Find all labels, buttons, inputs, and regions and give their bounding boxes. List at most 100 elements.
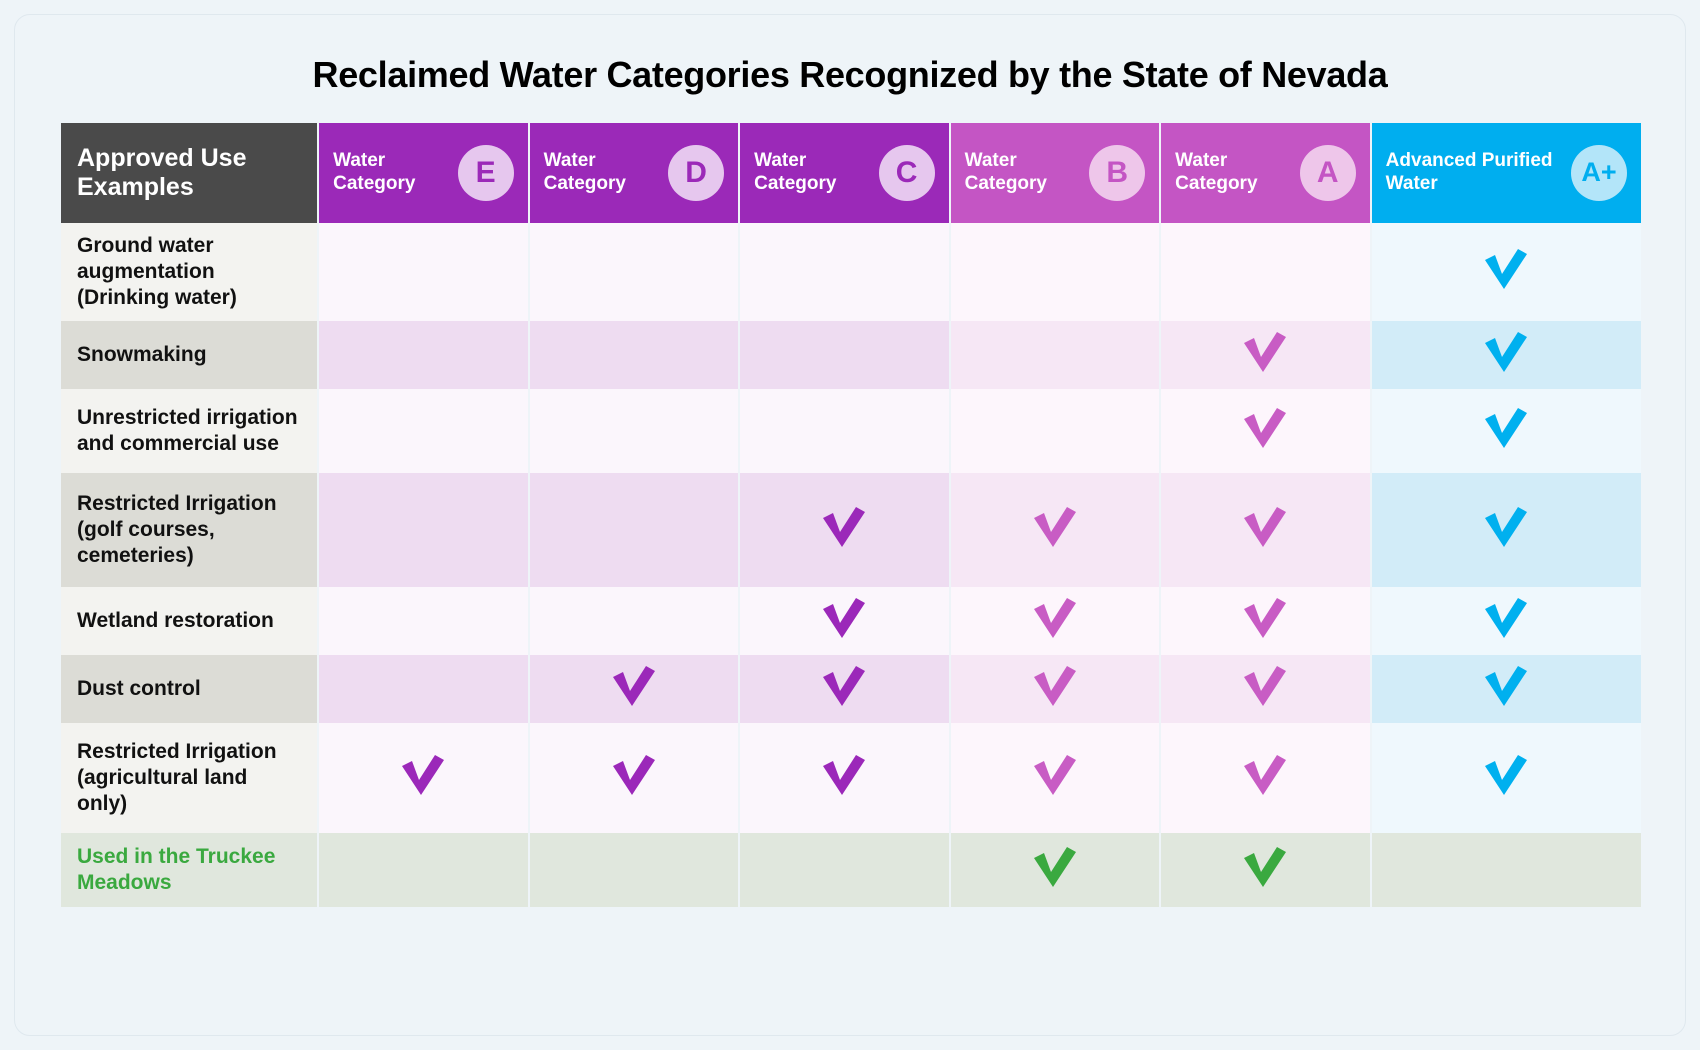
cell-a	[1161, 654, 1370, 723]
category-label: Water Category	[543, 149, 626, 194]
cell-aplus	[1371, 388, 1641, 473]
category-badge-b-icon: B	[1089, 144, 1146, 201]
category-label: Advanced Purified Water	[1385, 149, 1553, 194]
row-label: Unrestricted irrigation and commercial u…	[61, 388, 318, 473]
checkmark-icon	[819, 595, 869, 641]
page-title: Reclaimed Water Categories Recognized by…	[312, 54, 1388, 95]
category-label: Water Category	[1175, 149, 1258, 194]
row-label: Wetland restoration	[61, 586, 318, 655]
cell-b	[950, 388, 1160, 473]
cell-c	[740, 222, 949, 321]
row-label: Restricted Irrigation (agricultural land…	[61, 722, 318, 833]
table-row: Used in the Truckee Meadows	[61, 832, 1641, 907]
cell-a	[1161, 586, 1370, 655]
checkmark-icon	[398, 752, 448, 798]
checkmark-icon	[1030, 844, 1080, 890]
cell-b	[950, 586, 1160, 655]
category-label: Water Category	[333, 149, 416, 194]
category-badge-a-icon: A	[1299, 144, 1356, 201]
cell-d	[529, 722, 739, 833]
cell-d	[529, 832, 739, 907]
table-row: Unrestricted irrigation and commercial u…	[61, 388, 1641, 473]
column-header-e: Water Category E	[319, 122, 528, 223]
category-badge-e-icon: E	[457, 144, 514, 201]
cell-c	[740, 320, 949, 389]
table-row: Snowmaking	[61, 320, 1641, 389]
cell-b	[950, 832, 1160, 907]
checkmark-icon	[1030, 595, 1080, 641]
cell-d	[529, 388, 739, 473]
cell-b	[950, 222, 1160, 321]
checkmark-icon	[609, 663, 659, 709]
category-label: Water Category	[754, 149, 837, 194]
cell-d	[529, 654, 739, 723]
cell-e	[319, 654, 528, 723]
cell-c	[740, 654, 949, 723]
column-header-b: Water Category B	[950, 122, 1160, 223]
table-row: Dust control	[61, 654, 1641, 723]
cell-c	[740, 472, 949, 587]
checkmark-icon	[1481, 504, 1531, 550]
cell-aplus	[1371, 722, 1641, 833]
cell-b	[950, 654, 1160, 723]
cell-d	[529, 586, 739, 655]
checkmark-icon	[1240, 329, 1290, 375]
cell-aplus	[1371, 472, 1641, 587]
checkmark-icon	[1240, 844, 1290, 890]
row-label: Snowmaking	[61, 320, 318, 389]
cell-a	[1161, 832, 1370, 907]
cell-e	[319, 388, 528, 473]
cell-aplus	[1371, 222, 1641, 321]
checkmark-icon	[1481, 752, 1531, 798]
cell-e	[319, 320, 528, 389]
cell-a	[1161, 320, 1370, 389]
checkmark-icon	[609, 752, 659, 798]
cell-d	[529, 222, 739, 321]
column-header-aplus: Advanced Purified Water A+	[1371, 122, 1641, 223]
cell-c	[740, 388, 949, 473]
column-header-a: Water Category A	[1161, 122, 1370, 223]
cell-e	[319, 586, 528, 655]
cell-d	[529, 472, 739, 587]
cell-a	[1161, 388, 1370, 473]
checkmark-icon	[1030, 663, 1080, 709]
column-header-c: Water Category C	[740, 122, 949, 223]
checkmark-icon	[819, 663, 869, 709]
cell-e	[319, 722, 528, 833]
cell-a	[1161, 222, 1370, 321]
category-badge-c-icon: C	[878, 144, 935, 201]
table-body: Ground water augmentation (Drinking wate…	[61, 222, 1641, 907]
table-row: Ground water augmentation (Drinking wate…	[61, 222, 1641, 321]
cell-e	[319, 472, 528, 587]
table-row: Restricted Irrigation (golf courses, cem…	[61, 472, 1641, 587]
column-header-approved-use: Approved Use Examples	[61, 122, 318, 223]
cell-e	[319, 222, 528, 321]
checkmark-icon	[1481, 405, 1531, 451]
checkmark-icon	[1030, 504, 1080, 550]
checkmark-icon	[1240, 663, 1290, 709]
cell-a	[1161, 472, 1370, 587]
cell-a	[1161, 722, 1370, 833]
cell-aplus	[1371, 586, 1641, 655]
checkmark-icon	[1481, 663, 1531, 709]
checkmark-icon	[1481, 595, 1531, 641]
category-badge-aplus-icon: A+	[1571, 144, 1627, 201]
table-header: Approved Use Examples Water Category E Wat…	[61, 122, 1641, 223]
cell-aplus	[1371, 654, 1641, 723]
checkmark-icon	[1030, 752, 1080, 798]
cell-c	[740, 722, 949, 833]
cell-e	[319, 832, 528, 907]
checkmark-icon	[819, 752, 869, 798]
table-row: Restricted Irrigation (agricultural land…	[61, 722, 1641, 833]
category-badge-d-icon: D	[668, 144, 725, 201]
checkmark-icon	[1240, 504, 1290, 550]
cell-b	[950, 472, 1160, 587]
header-row: Approved Use Examples Water Category E Wat…	[61, 122, 1641, 223]
checkmark-icon	[1481, 329, 1531, 375]
row-label: Dust control	[61, 654, 318, 723]
cell-aplus	[1371, 320, 1641, 389]
cell-b	[950, 320, 1160, 389]
checkmark-icon	[819, 504, 869, 550]
category-label: Water Category	[964, 149, 1047, 194]
checkmark-icon	[1240, 595, 1290, 641]
